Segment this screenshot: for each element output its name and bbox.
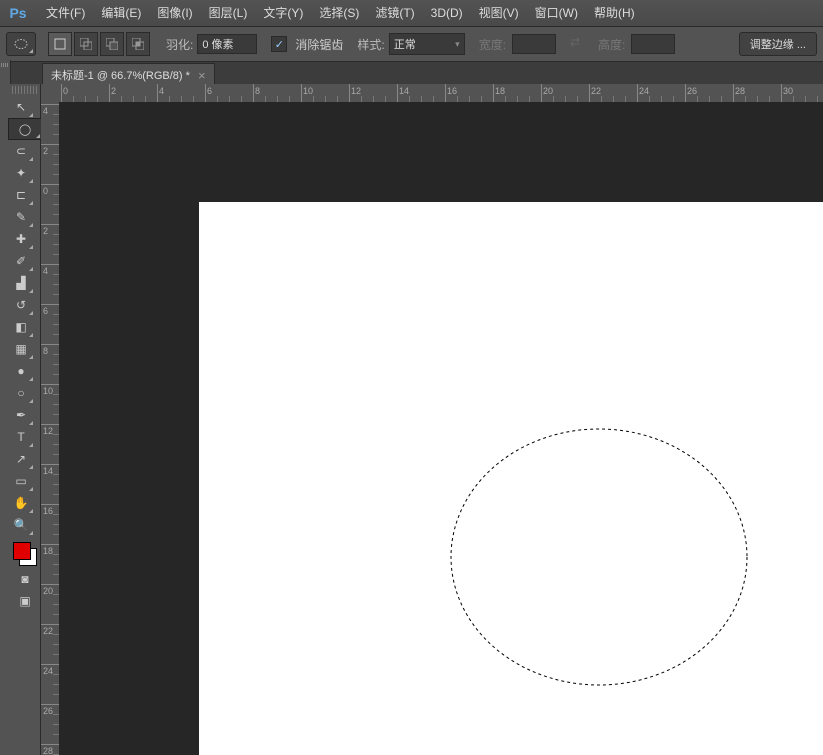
menu-滤镜T[interactable]: 滤镜(T) (367, 0, 422, 26)
elliptical-marquee-tool[interactable]: ◯ (8, 118, 42, 140)
menu-选择S[interactable]: 选择(S) (311, 0, 367, 26)
menu-图层L[interactable]: 图层(L) (201, 0, 256, 26)
tools-panel: ↖◯⊂✦⊏✎✚✐▟↺◧▦●○✒T↗▭✋🔍 ◙ ▣ (10, 84, 41, 755)
antialias-checkbox[interactable]: ✓ (271, 36, 287, 52)
magic-wand-tool[interactable]: ✦ (8, 162, 34, 184)
swap-dimensions-icon: ⇄ (566, 35, 584, 53)
document-tab-title: 未标题-1 @ 66.7%(RGB/8) * (51, 67, 190, 83)
menu-窗口W[interactable]: 窗口(W) (527, 0, 586, 26)
feather-label: 羽化: (166, 36, 193, 53)
selection-mode-group (48, 32, 152, 56)
selection-new[interactable] (48, 32, 72, 56)
ellipse-icon (14, 38, 28, 50)
menu-视图V[interactable]: 视图(V) (471, 0, 527, 26)
height-label: 高度: (598, 36, 625, 53)
canvas-viewport[interactable] (59, 102, 823, 755)
healing-brush-tool[interactable]: ✚ (8, 228, 34, 250)
lasso-tool[interactable]: ⊂ (8, 140, 34, 162)
dodge-tool[interactable]: ○ (8, 382, 34, 404)
height-input (631, 34, 675, 54)
selection-subtract[interactable] (100, 32, 124, 56)
vertical-ruler[interactable]: 420246810121416182022242628 (41, 102, 60, 755)
selection-intersect[interactable] (126, 32, 150, 56)
gradient-tool[interactable]: ▦ (8, 338, 34, 360)
crop-tool[interactable]: ⊏ (8, 184, 34, 206)
horizontal-ruler[interactable]: 02468101214161820222426283032 (59, 84, 823, 103)
work-area: 02468101214161820222426283032 4202468101… (41, 84, 823, 755)
width-input (512, 34, 556, 54)
menu-编辑E[interactable]: 编辑(E) (93, 0, 149, 26)
menu-图像I[interactable]: 图像(I) (149, 0, 200, 26)
document-tab[interactable]: 未标题-1 @ 66.7%(RGB/8) * × (42, 63, 215, 86)
style-select[interactable]: 正常▾ (389, 33, 465, 55)
options-bar: 羽化: ✓ 消除锯齿 样式: 正常▾ 宽度: ⇄ 高度: 调整边缘 ... (0, 27, 823, 62)
document-canvas[interactable] (199, 202, 823, 755)
zoom-tool[interactable]: 🔍 (8, 514, 34, 536)
menu-3DD[interactable]: 3D(D) (423, 0, 471, 26)
menu-bar: Ps 文件(F)编辑(E)图像(I)图层(L)文字(Y)选择(S)滤镜(T)3D… (0, 0, 823, 27)
color-swatch[interactable] (13, 542, 37, 566)
marquee-selection (449, 427, 749, 687)
path-selection-tool[interactable]: ↗ (8, 448, 34, 470)
refine-edge-button[interactable]: 调整边缘 ... (739, 32, 817, 56)
rectangle-tool[interactable]: ▭ (8, 470, 34, 492)
foreground-color[interactable] (13, 542, 31, 560)
style-label: 样式: (357, 36, 384, 53)
clone-stamp-tool[interactable]: ▟ (8, 272, 34, 294)
type-tool[interactable]: T (8, 426, 34, 448)
pen-tool[interactable]: ✒ (8, 404, 34, 426)
feather-input[interactable] (197, 34, 257, 54)
menu-帮助H[interactable]: 帮助(H) (586, 0, 643, 26)
close-tab-icon[interactable]: × (198, 68, 206, 83)
width-label: 宽度: (479, 36, 506, 53)
brush-tool[interactable]: ✐ (8, 250, 34, 272)
screenmode-button[interactable]: ▣ (14, 592, 36, 610)
eyedropper-tool[interactable]: ✎ (8, 206, 34, 228)
current-tool-preset[interactable] (6, 32, 36, 56)
move-tool[interactable]: ↖ (8, 96, 34, 118)
antialias-label: 消除锯齿 (295, 36, 343, 53)
blur-tool[interactable]: ● (8, 360, 34, 382)
menu-文件F[interactable]: 文件(F) (38, 0, 93, 26)
quickmask-button[interactable]: ◙ (14, 570, 36, 588)
toolbar-grip[interactable] (12, 86, 38, 94)
ruler-origin[interactable] (41, 84, 60, 103)
ps-logo: Ps (6, 4, 30, 22)
hand-tool[interactable]: ✋ (8, 492, 34, 514)
history-brush-tool[interactable]: ↺ (8, 294, 34, 316)
eraser-tool[interactable]: ◧ (8, 316, 34, 338)
selection-add[interactable] (74, 32, 98, 56)
menu-文字Y[interactable]: 文字(Y) (255, 0, 311, 26)
